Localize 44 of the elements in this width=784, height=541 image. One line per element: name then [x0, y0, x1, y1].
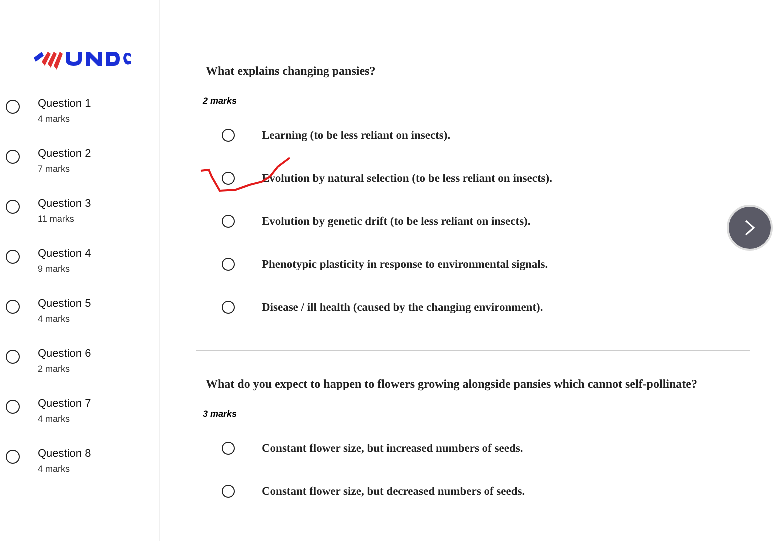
- marks-label: 2 marks: [38, 364, 72, 374]
- radio-button[interactable]: [6, 350, 20, 364]
- radio-button[interactable]: [222, 442, 235, 455]
- question-text: What do you expect to happen to flowers growing alongside pansies which cannot self-pollinate?: [206, 377, 698, 392]
- radio-button[interactable]: [6, 450, 20, 464]
- radio-button[interactable]: [6, 250, 20, 264]
- marks-label: 11 marks: [38, 214, 76, 224]
- question-link[interactable]: Question 3: [38, 198, 92, 210]
- radio-button[interactable]: [6, 200, 20, 214]
- question-link[interactable]: Question 2: [38, 148, 92, 160]
- option-label: Constant flower size, but increased numbers of seeds.: [262, 442, 524, 454]
- logo-icon: [32, 50, 132, 72]
- radio-button[interactable]: [6, 100, 20, 114]
- radio-button[interactable]: [222, 301, 235, 314]
- marks-label: 4 marks: [38, 464, 72, 474]
- marks-label: 4 marks: [38, 114, 72, 124]
- marks-label: 7 marks: [38, 164, 72, 174]
- marks-label: 2 marks: [203, 96, 238, 106]
- option-label: Phenotypic plasticity in response to environmental signals.: [262, 258, 548, 270]
- chevron-right-icon: [744, 219, 756, 237]
- radio-button[interactable]: [222, 485, 235, 498]
- question-link[interactable]: Question 4: [38, 248, 92, 260]
- radio-button[interactable]: [222, 129, 235, 142]
- radio-button[interactable]: [6, 400, 20, 414]
- radio-button[interactable]: [6, 300, 20, 314]
- question-link[interactable]: Question 6: [38, 348, 92, 360]
- radio-button[interactable]: [222, 172, 235, 185]
- marks-label: 3 marks: [203, 409, 238, 419]
- option-label: Disease / ill health (caused by the changing environment).: [262, 302, 544, 314]
- question-link[interactable]: Question 8: [38, 448, 92, 460]
- marks-label: 4 marks: [38, 314, 72, 324]
- marks-label: 4 marks: [38, 414, 72, 424]
- option-label: Constant flower size, but decreased numbers of seeds.: [262, 486, 526, 498]
- radio-button[interactable]: [6, 150, 20, 164]
- question-link[interactable]: Question 5: [38, 298, 92, 310]
- option-label: Learning (to be less reliant on insects).: [262, 130, 451, 142]
- next-button[interactable]: [727, 205, 773, 251]
- marks-label: 9 marks: [38, 264, 72, 274]
- radio-button[interactable]: [222, 215, 235, 228]
- question-link[interactable]: Question 1: [38, 98, 92, 110]
- question-text: What explains changing pansies?: [206, 64, 377, 79]
- question-link[interactable]: Question 7: [38, 398, 92, 410]
- radio-button[interactable]: [222, 258, 235, 271]
- option-label: Evolution by genetic drift (to be less reliant on insects).: [262, 216, 531, 228]
